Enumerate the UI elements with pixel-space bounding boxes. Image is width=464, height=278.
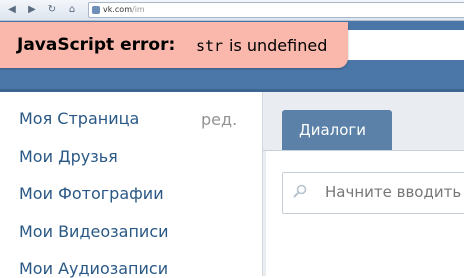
js-error-banner: JavaScript error: str is undefined [0,22,348,68]
home-icon[interactable]: ⌂ [64,2,80,18]
tab-dialogs[interactable]: Диалоги [282,110,392,150]
forward-icon[interactable]: ▶ [24,2,40,18]
dialog-search-input[interactable]: Начните вводить [282,172,464,214]
menu-item-videos[interactable]: Мои Видеозаписи [19,222,169,241]
address-bar[interactable]: vk.com/im [88,2,464,18]
error-code: str [196,37,224,55]
back-icon[interactable]: ◀ [4,2,20,18]
menu-item-audio[interactable]: Мои Аудиозаписи [19,259,168,278]
site-icon [92,6,100,14]
url-host: vk.com [103,5,132,14]
reload-icon[interactable]: ↻ [44,2,60,18]
url-path: /im [132,5,145,14]
dialog-search-placeholder: Начните вводить [325,183,462,201]
menu-item-friends[interactable]: Мои Друзья [19,147,118,166]
error-label: JavaScript error: [17,35,176,55]
error-message: is undefined [229,36,328,55]
url-text: vk.com/im [103,3,145,17]
menu-item-photos[interactable]: Мои Фотографии [19,184,164,203]
search-icon [293,184,307,198]
menu-edit-link[interactable]: ред. [201,110,237,129]
browser-toolbar: ◀ ▶ ↻ ⌂ vk.com/im [0,0,464,21]
menu-item-my-page[interactable]: Моя Страница [19,109,139,128]
